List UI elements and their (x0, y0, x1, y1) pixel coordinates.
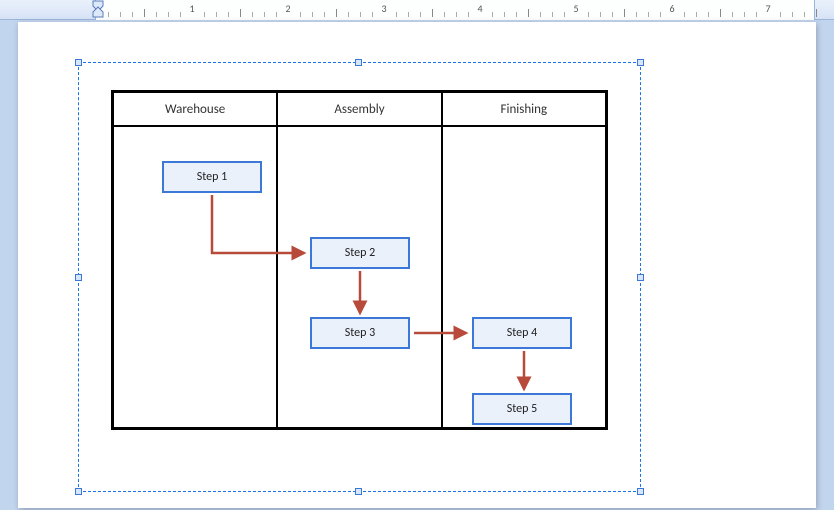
ruler-number: 4 (477, 2, 482, 15)
selection-handle-s[interactable] (355, 488, 362, 495)
swimlane-body: Step 1 Step 2 Step 3 Step 4 Step 5 (114, 127, 605, 427)
ruler-number: 1 (189, 2, 194, 15)
ruler-number: 6 (669, 2, 674, 15)
ruler-scale: 1 2 3 4 5 6 7 (95, 0, 815, 20)
selection-handle-nw[interactable] (75, 59, 82, 66)
ruler-number: 3 (381, 2, 386, 15)
lane-header-warehouse[interactable]: Warehouse (114, 93, 276, 125)
selection-handle-ne[interactable] (637, 59, 644, 66)
selection-handle-sw[interactable] (75, 488, 82, 495)
lane-header-finishing[interactable]: Finishing (441, 93, 605, 125)
step-5-box[interactable]: Step 5 (472, 393, 572, 425)
selection-handle-w[interactable] (75, 274, 82, 281)
step-2-box[interactable]: Step 2 (310, 237, 410, 269)
step-4-box[interactable]: Step 4 (472, 317, 572, 349)
swimlane-diagram[interactable]: Warehouse Assembly Finishing (111, 90, 608, 430)
document-page: Warehouse Assembly Finishing (18, 22, 816, 508)
step-3-box[interactable]: Step 3 (310, 317, 410, 349)
lane-header-assembly[interactable]: Assembly (276, 93, 440, 125)
swimlane-header-row: Warehouse Assembly Finishing (114, 93, 605, 127)
ruler-number: 5 (573, 2, 578, 15)
selection-handle-se[interactable] (637, 488, 644, 495)
selection-handle-e[interactable] (637, 274, 644, 281)
ruler-number: 7 (765, 2, 770, 15)
step-1-box[interactable]: Step 1 (162, 161, 262, 193)
indent-marker-icon[interactable] (92, 0, 102, 10)
selection-handle-n[interactable] (355, 59, 362, 66)
horizontal-ruler[interactable]: 1 2 3 4 5 6 7 (0, 0, 834, 20)
ruler-number: 2 (285, 2, 290, 15)
